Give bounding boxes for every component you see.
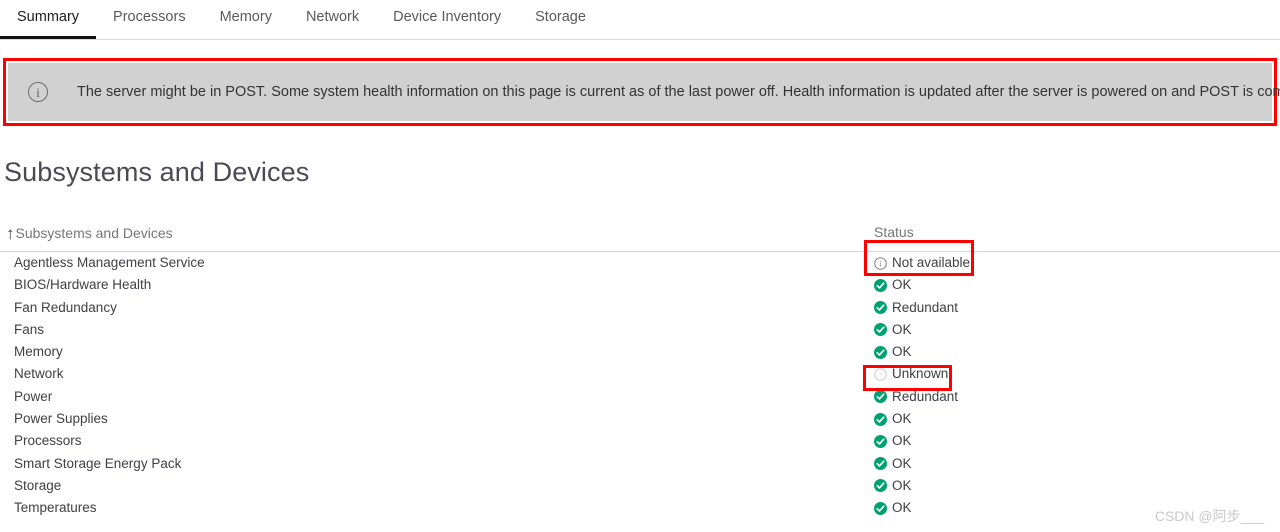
column-header-subsystems[interactable]: ↑ Subsystems and Devices xyxy=(6,224,173,243)
status-label: Unknown xyxy=(892,366,949,382)
table-body: Agentless Management Service i Not availab… xyxy=(0,252,1280,520)
sort-ascending-icon[interactable]: ↑ xyxy=(6,225,15,242)
status-label: OK xyxy=(892,433,912,449)
status-badge: Redundant xyxy=(874,297,958,319)
tab-bar: Summary Processors Memory Network Device Inv… xyxy=(0,0,1280,40)
check-circle-icon xyxy=(874,345,887,359)
tab-device-inventory[interactable]: Device Inventory xyxy=(376,0,518,39)
alert-message: The server might be in POST. Some system… xyxy=(77,84,1280,100)
subsystem-name: Memory xyxy=(14,344,63,360)
svg-text:?: ? xyxy=(879,370,883,379)
subsystem-name: BIOS/Hardware Health xyxy=(14,277,152,293)
status-label: OK xyxy=(892,455,912,471)
alert-body: i The server might be in POST. Some syst… xyxy=(8,63,1280,121)
subsystem-name: Temperatures xyxy=(14,500,97,516)
post-warning-banner: i The server might be in POST. Some syst… xyxy=(3,58,1280,126)
subsystem-name: Smart Storage Energy Pack xyxy=(14,455,182,471)
status-label: Redundant xyxy=(892,388,959,404)
tab-network[interactable]: Network xyxy=(289,0,376,39)
table-row[interactable]: Fans OK xyxy=(0,319,1280,341)
column-header-subsystems-label: Subsystems and Devices xyxy=(15,224,173,241)
info-circle-icon: i xyxy=(874,256,887,270)
tab-memory[interactable]: Memory xyxy=(203,0,289,39)
subsystems-table: ↑ Subsystems and Devices Status Agentles… xyxy=(0,222,1280,520)
check-circle-icon xyxy=(874,457,887,471)
table-row[interactable]: Agentless Management Service i Not availab… xyxy=(0,252,1280,274)
subsystem-name: Fan Redundancy xyxy=(14,299,117,315)
column-header-status[interactable]: Status xyxy=(874,224,914,240)
table-row[interactable]: BIOS/Hardware Health OK xyxy=(0,274,1280,296)
status-label: OK xyxy=(892,500,912,516)
check-circle-icon xyxy=(874,278,887,292)
status-badge: OK xyxy=(874,430,912,452)
table-row[interactable]: Power Redundant xyxy=(0,386,1280,408)
tab-processors[interactable]: Processors xyxy=(96,0,203,39)
table-row[interactable]: Temperatures OK xyxy=(0,497,1280,519)
status-badge: i Not available xyxy=(874,252,970,274)
status-badge: Redundant xyxy=(874,386,958,408)
question-circle-icon: ? xyxy=(874,368,887,381)
check-circle-icon xyxy=(874,301,887,315)
subsystem-name: Network xyxy=(14,366,64,382)
watermark: CSDN @阿步___ xyxy=(1154,508,1264,524)
table-row[interactable]: Processors OK xyxy=(0,430,1280,452)
check-circle-icon xyxy=(874,434,887,448)
table-header-row: ↑ Subsystems and Devices Status xyxy=(0,222,1280,252)
svg-text:i: i xyxy=(879,259,882,268)
status-badge: OK xyxy=(874,408,912,430)
table-row[interactable]: Fan Redundancy Redundant xyxy=(0,297,1280,319)
status-badge: OK xyxy=(874,341,912,363)
status-label: OK xyxy=(892,411,912,427)
check-circle-icon xyxy=(874,479,887,493)
tab-storage[interactable]: Storage xyxy=(518,0,603,39)
status-badge: ? Unknown xyxy=(874,363,948,385)
table-row[interactable]: Smart Storage Energy Pack OK xyxy=(0,453,1280,475)
info-circle-icon: i xyxy=(28,82,48,102)
subsystem-name: Power xyxy=(14,388,53,404)
status-label: OK xyxy=(892,477,912,493)
status-badge: OK xyxy=(874,475,912,497)
table-row[interactable]: Network? Unknown xyxy=(0,363,1280,385)
subsystem-name: Processors xyxy=(14,433,82,449)
table-row[interactable]: Power Supplies OK xyxy=(0,408,1280,430)
status-badge: OK xyxy=(874,497,912,519)
check-circle-icon xyxy=(874,501,887,515)
status-label: OK xyxy=(892,321,912,337)
status-badge: OK xyxy=(874,453,912,475)
check-circle-icon xyxy=(874,390,887,404)
status-badge: OK xyxy=(874,274,912,296)
page-title: Subsystems and Devices xyxy=(4,157,310,187)
table-row[interactable]: Memory OK xyxy=(0,341,1280,363)
check-circle-icon xyxy=(874,323,887,337)
subsystem-name: Storage xyxy=(14,477,62,493)
subsystem-name: Power Supplies xyxy=(14,411,108,427)
table-row[interactable]: Storage OK xyxy=(0,475,1280,497)
check-circle-icon xyxy=(874,412,887,426)
status-badge: OK xyxy=(874,319,912,341)
status-label: OK xyxy=(892,277,912,293)
status-label: Not available xyxy=(892,255,971,270)
status-label: Redundant xyxy=(892,299,959,315)
tab-summary[interactable]: Summary xyxy=(0,0,97,39)
status-label: OK xyxy=(892,344,912,360)
subsystems-and-devices-page: Summary Processors Memory Network Device Inv… xyxy=(0,0,1280,532)
subsystem-name: Agentless Management Service xyxy=(14,255,205,270)
subsystem-name: Fans xyxy=(14,321,45,337)
